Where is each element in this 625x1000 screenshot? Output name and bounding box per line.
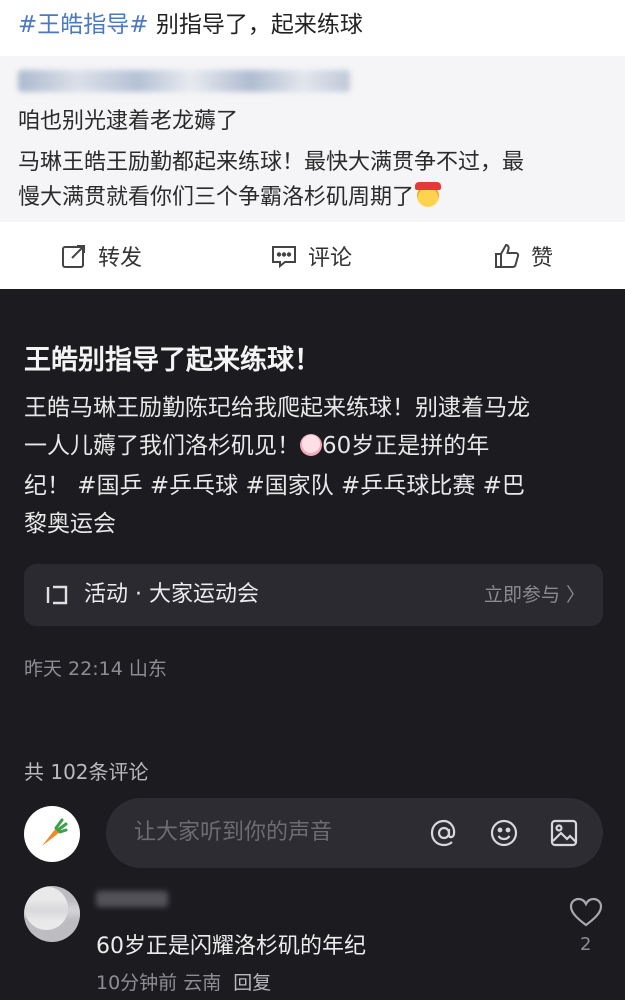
activity-card[interactable]: 活动 · 大家运动会 立即参与 〉 <box>24 564 603 626</box>
comment-input[interactable]: 让大家听到你的声音 <box>106 798 603 868</box>
original-post-section: 王皓别指导了起来练球！ 王皓马琳王励勤陈玘给我爬起来练球！别逮着马龙 一人儿薅了… <box>0 298 625 1000</box>
comment-button[interactable]: 评论 <box>270 226 352 286</box>
comment-meta: 10分钟前 云南 回复 <box>96 968 271 995</box>
carrot-icon <box>42 818 68 846</box>
share-label: 转发 <box>98 246 143 271</box>
comment-location: 云南 <box>183 972 222 994</box>
quote-line-2: 马琳王皓王励勤都起来练球！最快大满贯争不过，最 <box>18 150 525 175</box>
headline-text: 别指导了，起来练球 <box>148 12 363 38</box>
mention-icon[interactable] <box>428 817 460 849</box>
share-icon <box>62 245 85 268</box>
post-body-line-2a: 一人儿薅了我们洛杉矶见！ <box>24 433 300 459</box>
crying-emoji-icon <box>300 434 322 456</box>
action-bar: 转发 评论 赞 <box>0 226 625 286</box>
image-icon[interactable] <box>548 817 580 849</box>
heart-icon[interactable] <box>568 896 604 928</box>
comment-time: 10分钟前 <box>96 972 178 994</box>
blurred-username <box>18 70 350 92</box>
quoted-post-card[interactable]: 咱也别光逮着老龙薅了 马琳王皓王励勤都起来练球！最快大满贯争不过，最 慢大满贯就… <box>0 56 625 222</box>
quote-line-3-text: 慢大满贯就看你们三个争霸洛杉矶周期了 <box>18 185 415 210</box>
repost-headline: #王皓指导# 别指导了，起来练球 <box>18 8 363 42</box>
reposted-weibo-section: #王皓指导# 别指导了，起来练球 咱也别光逮着老龙薅了 马琳王皓王励勤都起来练球… <box>0 0 625 289</box>
reply-button[interactable]: 回复 <box>233 972 271 994</box>
activity-label: 活动 · 大家运动会 <box>84 582 259 607</box>
share-button[interactable]: 转发 <box>60 226 142 286</box>
comment-text: 60岁正是闪耀洛杉矶的年纪 <box>96 934 366 959</box>
user-avatar[interactable] <box>24 806 80 862</box>
like-button[interactable]: 赞 <box>493 226 553 286</box>
post-body-line-2: 一人儿薅了我们洛杉矶见！ 60岁正是拼的年 <box>24 426 489 460</box>
emoji-icon[interactable] <box>488 817 520 849</box>
comment-label: 评论 <box>308 246 353 271</box>
like-label: 赞 <box>531 246 554 271</box>
post-body-line-4[interactable]: 黎奥运会 <box>24 504 116 538</box>
post-meta: 昨天 22:14 山东 <box>24 658 167 680</box>
comment-input-placeholder: 让大家听到你的声音 <box>134 820 333 845</box>
quote-line-3: 慢大满贯就看你们三个争霸洛杉矶周期了 <box>18 179 442 211</box>
comment-like-count: 2 <box>580 934 592 955</box>
activity-icon <box>46 585 68 605</box>
post-body-line-3[interactable]: 纪！ #国乒 #乒乓球 #国家队 #乒乓球比赛 #巴 <box>24 466 525 500</box>
post-body-line-1: 王皓马琳王励勤陈玘给我爬起来练球！别逮着马龙 <box>24 395 530 421</box>
post-body-line-2b: 60岁正是拼的年 <box>322 433 490 459</box>
join-now-link[interactable]: 立即参与 〉 <box>484 564 585 626</box>
commenter-avatar[interactable] <box>24 886 80 942</box>
thumbs-up-icon <box>495 243 520 268</box>
post-title: 王皓别指导了起来练球！ <box>24 345 321 376</box>
commenter-name-blurred[interactable] <box>96 891 168 907</box>
quote-line-1: 咱也别光逮着老龙薅了 <box>18 109 239 134</box>
cheer-face-emoji-icon <box>415 182 442 207</box>
comment-icon <box>272 246 296 269</box>
comment-count: 共 102条评论 <box>24 760 149 784</box>
hashtag-link[interactable]: #王皓指导# <box>18 12 149 38</box>
